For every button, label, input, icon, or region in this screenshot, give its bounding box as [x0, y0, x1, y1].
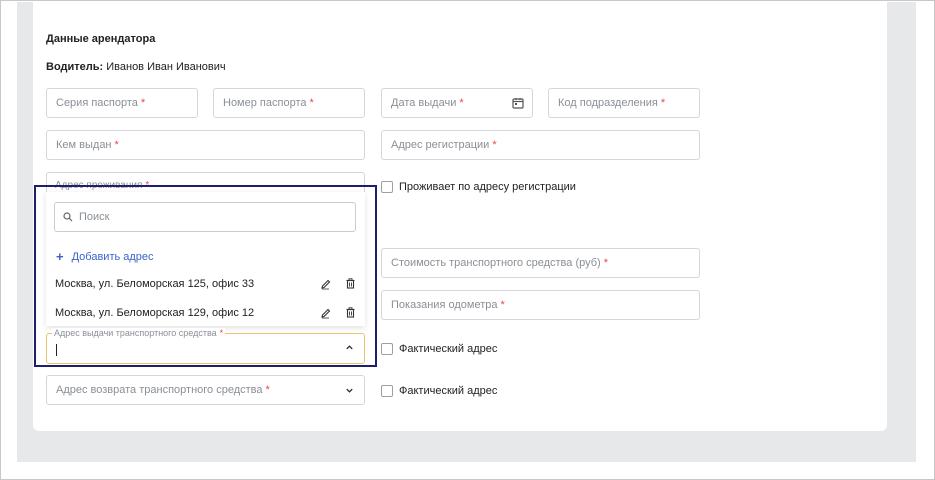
vehicle-cost-field[interactable]: Стоимость транспортного средства (руб) *	[381, 248, 700, 278]
chevron-down-icon[interactable]	[345, 386, 354, 395]
driver-name: Иванов Иван Иванович	[106, 61, 226, 73]
odometer-field[interactable]: Показания одометра *	[381, 290, 700, 320]
passport-number-placeholder: Номер паспорта	[223, 97, 307, 109]
actual-address-label-1: Фактический адрес	[399, 343, 498, 355]
required-mark: *	[265, 384, 270, 396]
required-mark: *	[603, 257, 608, 269]
section-title: Данные арендатора	[46, 33, 156, 45]
division-code-field[interactable]: Код подразделения *	[548, 88, 700, 118]
required-mark: *	[660, 97, 666, 109]
passport-series-field[interactable]: Серия паспорта *	[46, 88, 198, 118]
required-mark: *	[309, 97, 314, 109]
driver-label: Водитель:	[46, 61, 104, 73]
required-mark: *	[492, 139, 497, 151]
actual-address-checkbox-2[interactable]	[381, 385, 393, 397]
passport-series-placeholder: Серия паспорта	[56, 97, 138, 109]
passport-number-field[interactable]: Номер паспорта *	[213, 88, 365, 118]
return-address-placeholder: Адрес возврата транспортного средства	[56, 384, 263, 396]
actual-address-checkbox-1[interactable]	[381, 343, 393, 355]
actual-address-label-2: Фактический адрес	[399, 385, 498, 397]
issued-by-field[interactable]: Кем выдан *	[46, 130, 365, 160]
required-mark: *	[459, 97, 464, 109]
calendar-icon[interactable]	[512, 97, 524, 109]
required-mark: *	[140, 97, 146, 109]
division-code-placeholder: Код подразделения	[558, 97, 658, 109]
lives-at-registration-checkbox[interactable]	[381, 181, 393, 193]
registration-address-placeholder: Адрес регистрации	[391, 139, 490, 151]
registration-address-field[interactable]: Адрес регистрации *	[381, 130, 700, 160]
required-mark: *	[500, 299, 505, 311]
focus-highlight-box	[34, 185, 377, 367]
required-mark: *	[114, 139, 119, 151]
issue-date-placeholder: Дата выдачи	[391, 97, 457, 109]
issue-date-field[interactable]: Дата выдачи *	[381, 88, 533, 118]
return-address-select[interactable]: Адрес возврата транспортного средства *	[46, 375, 365, 405]
vehicle-cost-placeholder: Стоимость транспортного средства (руб)	[391, 257, 601, 269]
driver-line: Водитель: Иванов Иван Иванович	[46, 61, 226, 73]
odometer-placeholder: Показания одометра	[391, 299, 498, 311]
issued-by-placeholder: Кем выдан	[56, 139, 112, 151]
lives-at-registration-label: Проживает по адресу регистрации	[399, 181, 576, 193]
